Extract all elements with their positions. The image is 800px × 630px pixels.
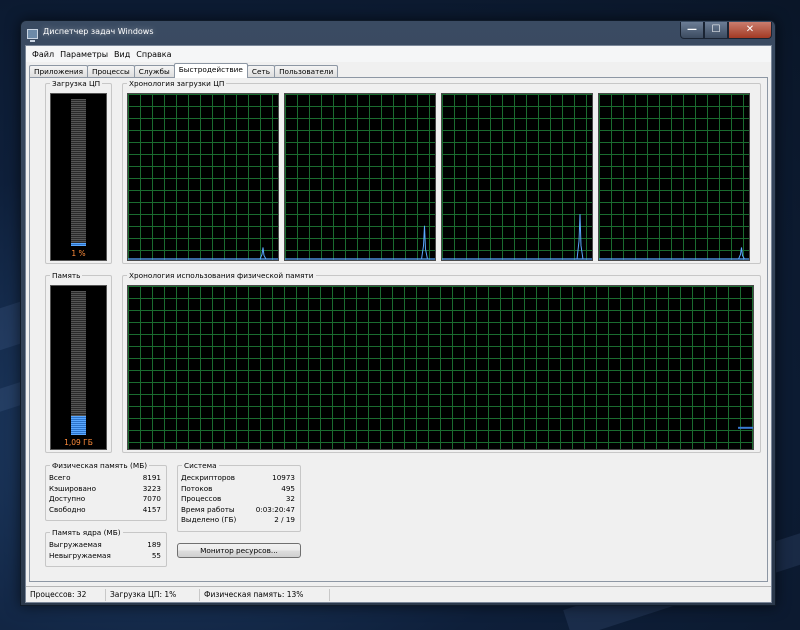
- task-manager-icon: [27, 29, 38, 42]
- memory-group: Память 1,09 ГБ: [45, 271, 112, 453]
- memory-history-group: Хронология использования физической памя…: [122, 271, 761, 453]
- memory-history-label: Хронология использования физической памя…: [127, 271, 316, 280]
- status-processes: Процессов: 32: [26, 588, 106, 601]
- memory-meter: 1,09 ГБ: [50, 285, 107, 450]
- stat-row: Невыгружаемая 55: [49, 550, 161, 560]
- memory-usage-value: 1,09 ГБ: [64, 438, 93, 447]
- window-title: Диспетчер задач Windows: [43, 27, 154, 36]
- cpu-usage-label: Загрузка ЦП: [50, 79, 103, 88]
- cpu-core-graph-2: [284, 93, 436, 261]
- stat-row: Потоков 495: [181, 483, 295, 493]
- cpu-history-group: Хронология загрузки ЦП: [122, 79, 761, 264]
- stat-row: Время работы 0:03:20:47: [181, 504, 295, 514]
- memory-history-graph: [127, 285, 754, 450]
- cpu-spike: [576, 214, 584, 260]
- menu-bar: Файл Параметры Вид Справка: [26, 46, 771, 62]
- stat-row: Свободно 4157: [49, 504, 161, 514]
- stat-row: Выгружаемая 189: [49, 540, 161, 549]
- menu-view[interactable]: Вид: [111, 50, 133, 59]
- status-memory: Физическая память: 13%: [200, 588, 330, 601]
- status-cpu: Загрузка ЦП: 1%: [106, 588, 200, 601]
- status-bar: Процессов: 32 Загрузка ЦП: 1% Физическая…: [26, 586, 771, 602]
- stat-row: Кэшировано 3223: [49, 483, 161, 493]
- stat-row: Доступно 7070: [49, 494, 161, 503]
- physical-memory-group: Физическая память (МБ) Всего 8191 Кэширов…: [45, 461, 167, 521]
- cpu-core-graph-1: [127, 93, 279, 261]
- stat-row: Выделено (ГБ) 2 / 19: [181, 515, 295, 524]
- client-area: Файл Параметры Вид Справка Приложения Пр…: [25, 45, 772, 603]
- cpu-core-graph-4: [598, 93, 750, 261]
- cpu-spike: [259, 247, 267, 260]
- tab-performance[interactable]: Быстродействие: [173, 63, 248, 78]
- cpu-usage-group: Загрузка ЦП 1 %: [45, 79, 112, 264]
- task-manager-window: Диспетчер задач Windows — ☐ ✕ Файл Парам…: [20, 20, 776, 606]
- stat-row: Процессов 32: [181, 494, 295, 503]
- system-title: Система: [182, 461, 219, 470]
- cpu-usage-value: 1 %: [71, 249, 86, 258]
- menu-help[interactable]: Справка: [133, 50, 174, 59]
- title-bar[interactable]: Диспетчер задач Windows — ☐ ✕: [21, 21, 775, 47]
- tab-strip: Приложения Процессы Службы Быстродействи…: [29, 63, 339, 78]
- cpu-spike: [738, 247, 745, 260]
- kernel-memory-title: Память ядра (МБ): [50, 528, 123, 537]
- system-group: Система Дескрипторов 10973 Потоков 495 Про…: [177, 461, 301, 532]
- cpu-core-graph-3: [441, 93, 593, 261]
- cpu-meter-fill: [71, 243, 86, 246]
- maximize-button[interactable]: ☐: [704, 22, 728, 39]
- minimize-button[interactable]: —: [680, 22, 704, 39]
- cpu-spike: [421, 225, 428, 260]
- memory-meter-fill: [71, 416, 86, 435]
- cpu-usage-meter: 1 %: [50, 93, 107, 261]
- memory-label: Память: [50, 271, 83, 280]
- cpu-meter-bar: [71, 99, 86, 246]
- menu-options[interactable]: Параметры: [57, 50, 111, 59]
- menu-file[interactable]: Файл: [29, 50, 57, 59]
- stat-row: Дескрипторов 10973: [181, 473, 295, 482]
- resource-monitor-button[interactable]: Монитор ресурсов...: [177, 543, 301, 558]
- kernel-memory-group: Память ядра (МБ) Выгружаемая 189 Невыгруж…: [45, 528, 167, 567]
- physical-memory-title: Физическая память (МБ): [50, 461, 150, 470]
- performance-panel: Загрузка ЦП 1 % Хронология загрузки ЦП П…: [29, 77, 768, 582]
- close-button[interactable]: ✕: [728, 22, 772, 39]
- memory-meter-bar: [71, 291, 86, 435]
- stat-row: Всего 8191: [49, 473, 161, 482]
- cpu-history-label: Хронология загрузки ЦП: [127, 79, 227, 88]
